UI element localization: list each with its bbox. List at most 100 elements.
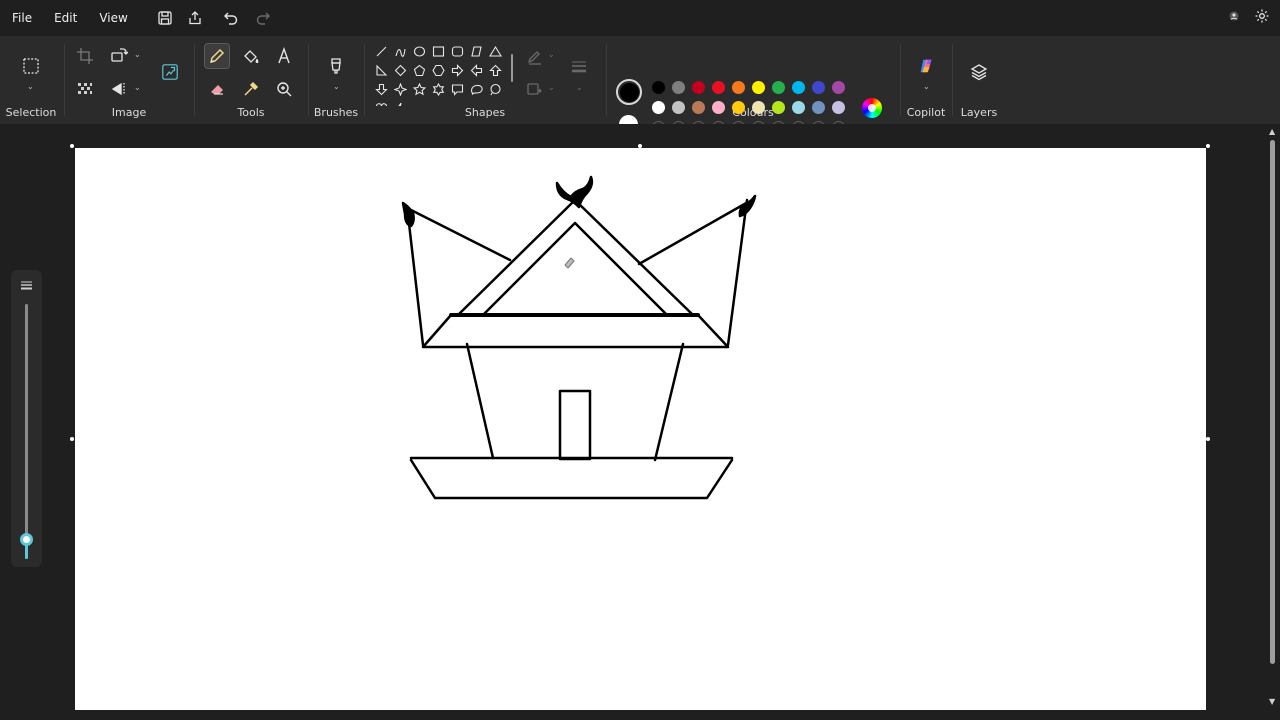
shape-option[interactable] xyxy=(467,61,485,79)
diamond-shape-icon xyxy=(394,64,406,76)
colour-swatch[interactable] xyxy=(812,101,825,114)
shape-option[interactable] xyxy=(448,80,466,98)
menu-edit[interactable]: Edit xyxy=(43,11,88,25)
save-button[interactable] xyxy=(153,6,177,30)
colour-swatch[interactable] xyxy=(712,101,725,114)
shape-option[interactable] xyxy=(391,80,409,98)
shape-option[interactable] xyxy=(486,42,504,60)
selection-button[interactable] xyxy=(17,52,45,80)
menu-view[interactable]: View xyxy=(88,11,138,25)
resize-handle[interactable] xyxy=(70,144,74,148)
resize-handle[interactable] xyxy=(1206,144,1210,148)
brushes-button[interactable] xyxy=(322,52,350,80)
shape-fill-button[interactable] xyxy=(522,76,548,102)
chevron-down-icon[interactable]: ⌄ xyxy=(576,83,583,92)
colour-swatch[interactable] xyxy=(772,101,785,114)
shape-option[interactable] xyxy=(372,99,390,106)
colour-swatch[interactable] xyxy=(732,101,745,114)
flip-button[interactable] xyxy=(106,76,132,102)
shape-option[interactable] xyxy=(429,42,447,60)
colour-swatch[interactable] xyxy=(812,81,825,94)
scroll-up-icon[interactable]: ▲ xyxy=(1269,127,1275,136)
shape-option[interactable] xyxy=(467,80,485,98)
chevron-down-icon[interactable]: ⌄ xyxy=(134,50,141,59)
edit-colours-button[interactable] xyxy=(862,98,882,118)
colour-picker-button[interactable] xyxy=(238,76,264,102)
shape-size-button[interactable] xyxy=(566,54,592,80)
ribbon-toolbar: ⌄ Selection ⌄ ⌄ Image Tools ⌄ Brushes Sh… xyxy=(0,36,1280,134)
colour-swatch[interactable] xyxy=(832,101,845,114)
shape-option[interactable] xyxy=(429,80,447,98)
shape-option[interactable] xyxy=(410,80,428,98)
flip-icon xyxy=(111,82,125,96)
chevron-down-icon[interactable]: ⌄ xyxy=(333,82,340,91)
colour-swatch[interactable] xyxy=(752,101,765,114)
fill-tool-button[interactable] xyxy=(238,43,264,69)
menu-file[interactable]: File xyxy=(0,11,43,25)
colour-swatch[interactable] xyxy=(732,81,745,94)
shapes-scrollbar[interactable] xyxy=(511,54,513,82)
shape-option[interactable] xyxy=(486,61,504,79)
shape-option[interactable] xyxy=(467,42,485,60)
scroll-down-icon[interactable]: ▼ xyxy=(1269,697,1275,706)
shape-option[interactable] xyxy=(448,42,466,60)
group-brushes: ⌄ Brushes xyxy=(310,36,362,124)
group-image: ⌄ ⌄ Image xyxy=(66,36,192,124)
shape-option[interactable] xyxy=(429,61,447,79)
zoom-slider-thumb[interactable] xyxy=(20,532,33,546)
rotate-button[interactable] xyxy=(106,43,132,69)
shape-outline-button[interactable] xyxy=(522,44,548,70)
chevron-down-icon[interactable]: ⌄ xyxy=(134,83,141,92)
colour-swatch[interactable] xyxy=(792,101,805,114)
chevron-down-icon[interactable]: ⌄ xyxy=(923,82,930,91)
group-label-selection: Selection xyxy=(5,106,57,119)
eraser-tool-button[interactable] xyxy=(204,76,230,102)
vertical-scrollbar[interactable]: ▲ ▼ xyxy=(1266,124,1280,720)
colour-swatch[interactable] xyxy=(792,81,805,94)
drawing-canvas[interactable] xyxy=(75,148,1206,710)
chevron-down-icon[interactable]: ⌄ xyxy=(548,83,555,92)
colour-swatch[interactable] xyxy=(672,81,685,94)
crop-button[interactable] xyxy=(72,43,98,69)
shape-option[interactable] xyxy=(391,42,409,60)
shape-option[interactable] xyxy=(391,61,409,79)
undo-button[interactable] xyxy=(219,6,243,30)
shape-option[interactable] xyxy=(410,42,428,60)
resize-handle[interactable] xyxy=(70,437,74,441)
colour-swatch[interactable] xyxy=(772,81,785,94)
remove-background-button[interactable] xyxy=(72,76,98,102)
pencil-tool-button[interactable] xyxy=(204,43,230,69)
zoom-slider-track[interactable] xyxy=(25,304,28,559)
magnifier-tool-button[interactable] xyxy=(271,76,297,102)
resize-handle[interactable] xyxy=(638,144,642,148)
colour-swatch[interactable] xyxy=(672,101,685,114)
settings-button[interactable] xyxy=(1254,8,1270,24)
text-tool-button[interactable] xyxy=(271,43,297,69)
chevron-down-icon[interactable]: ⌄ xyxy=(27,82,34,91)
image-resize-button[interactable] xyxy=(156,58,184,86)
chevron-down-icon[interactable]: ⌄ xyxy=(548,50,555,59)
shape-option[interactable] xyxy=(410,61,428,79)
colour-swatch[interactable] xyxy=(652,101,665,114)
colour-swatch[interactable] xyxy=(832,81,845,94)
scrollbar-thumb[interactable] xyxy=(1270,140,1275,664)
shape-option[interactable] xyxy=(372,42,390,60)
colour-swatch[interactable] xyxy=(692,101,705,114)
primary-colour-button[interactable] xyxy=(616,79,642,105)
layers-button[interactable] xyxy=(965,58,993,86)
copilot-button[interactable] xyxy=(912,52,940,80)
colour-swatch[interactable] xyxy=(692,81,705,94)
colour-swatch[interactable] xyxy=(652,81,665,94)
colour-swatch[interactable] xyxy=(712,81,725,94)
redo-button[interactable] xyxy=(251,6,275,30)
shape-option[interactable] xyxy=(372,61,390,79)
resize-handle[interactable] xyxy=(1206,437,1210,441)
shape-option[interactable] xyxy=(372,80,390,98)
shape-option[interactable] xyxy=(486,80,504,98)
line-width-icon xyxy=(572,61,586,73)
shape-option[interactable] xyxy=(391,99,409,106)
account-button[interactable] xyxy=(1226,8,1242,24)
shape-option[interactable] xyxy=(448,61,466,79)
colour-swatch[interactable] xyxy=(752,81,765,94)
share-button[interactable] xyxy=(183,6,207,30)
